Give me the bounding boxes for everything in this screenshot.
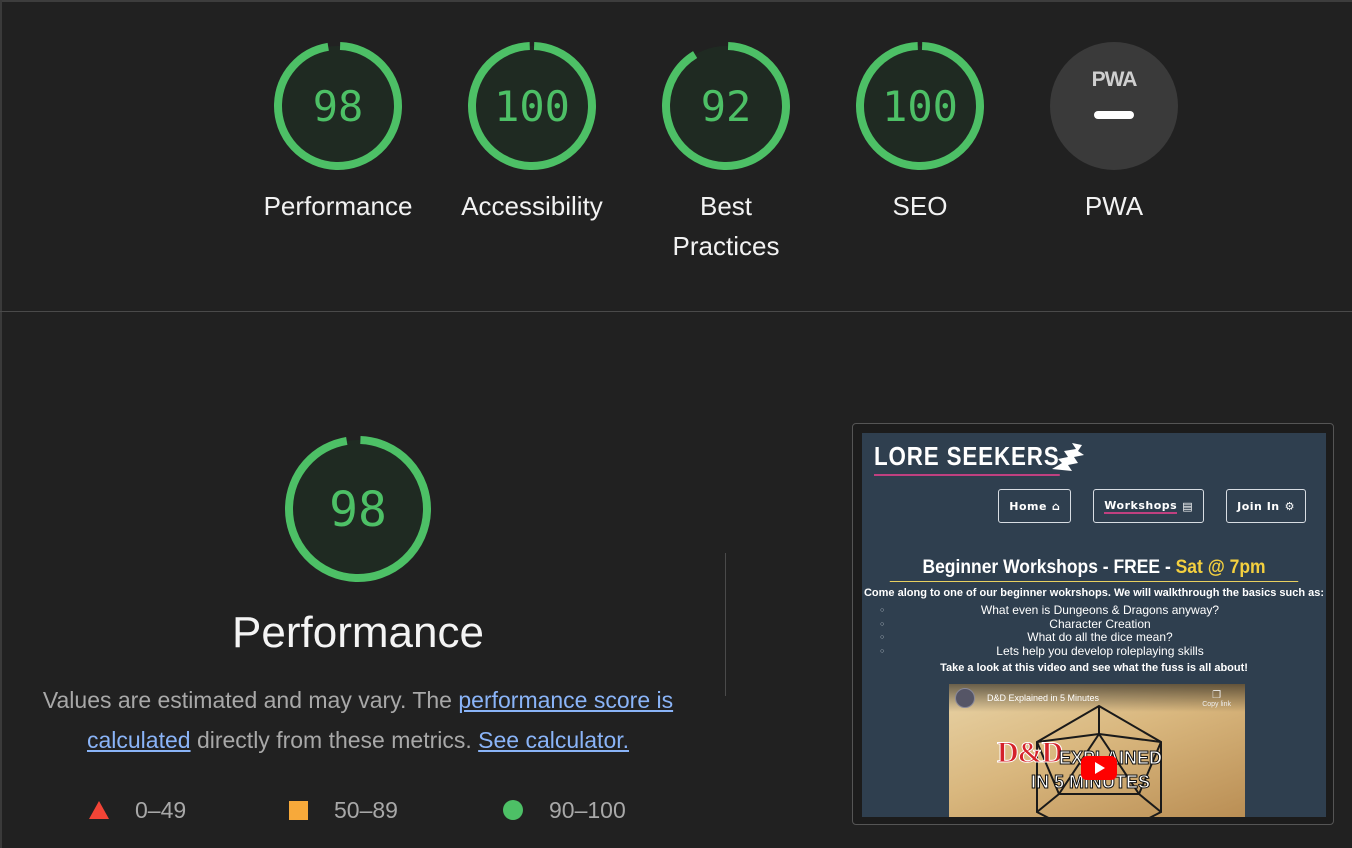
pwa-badge: PWA [1050,42,1178,170]
workshops-list: What even is Dungeons & Dragons anyway? … [880,603,1320,659]
pwa-logo-text: PWA [1092,68,1138,91]
book-icon: ▤ [1182,499,1194,513]
nav-join-label: Join In [1237,499,1280,513]
final-screenshot: LORE SEEKERS Home ⌂ Workshops ▤ Join In … [862,433,1326,817]
pwa-dash-icon [1094,111,1134,119]
legend-pass: 90–100 [503,790,626,830]
workshops-outro: Take a look at this video and see what t… [940,662,1248,674]
legend-average: 50–89 [289,790,398,830]
list-item: What do all the dice mean? [880,630,1320,645]
performance-title: Performance [232,608,484,657]
nav-home-button[interactable]: Home ⌂ [998,489,1072,523]
score-legend: 0–49 50–89 90–100 [0,790,716,830]
nav-join-button[interactable]: Join In ⚙ [1226,489,1306,523]
gauge-label: Performance [263,191,413,221]
site-nav: Home ⌂ Workshops ▤ Join In ⚙ [998,489,1306,523]
workshops-heading: Beginner Workshops - FREE - Sat @ 7pm [889,557,1299,582]
top-border [0,0,1352,2]
gauge-ring: 100 [856,41,984,170]
performance-gauge-large: 98 [285,436,431,582]
nav-home-label: Home [1009,499,1047,513]
gauge-performance[interactable]: 98 Performance [248,40,428,226]
gauge-label: Best Practices [672,191,780,261]
legend-average-label: 50–89 [334,796,398,823]
channel-avatar [955,688,975,708]
list-item: Lets help you develop roleplaying skills [880,644,1320,659]
section-divider [0,311,1352,312]
list-item: Character Creation [880,617,1320,632]
gauge-label: SEO [892,191,948,221]
gauge-best-practices[interactable]: 92 Best Practices [636,40,816,266]
youtube-video-embed[interactable]: D&D Explained in 5 Minutes ❐ Copy link D… [949,684,1245,817]
gauge-score: 100 [882,82,958,131]
gauge-pwa[interactable]: PWA PWA [1024,40,1204,226]
legend-fail-label: 0–49 [135,796,187,823]
gauge-score: 92 [701,82,752,131]
gauge-ring: 98 [274,41,402,170]
video-title: D&D Explained in 5 Minutes [987,693,1100,703]
circle-icon [503,800,523,820]
gauge-ring: 100 [468,41,596,170]
video-art-dd: D&D [996,736,1063,770]
list-item: What even is Dungeons & Dragons anyway? [880,603,1320,618]
square-icon [289,800,308,820]
gauge-accessibility[interactable]: 100 Accessibility [442,40,622,226]
gauge-score: 100 [494,82,570,131]
workshops-intro: Come along to one of our beginner wokrsh… [863,587,1325,599]
play-icon [1095,762,1105,774]
vertical-divider [725,553,726,696]
heading-text: Beginner Workshops - FREE - [922,557,1176,578]
legend-pass-label: 90–100 [549,796,626,823]
heading-highlight: Sat @ 7pm [1175,557,1266,578]
nav-workshops-button[interactable]: Workshops ▤ [1093,489,1205,523]
video-header: D&D Explained in 5 Minutes [949,684,1245,712]
d20-icon: ⚙ [1284,499,1295,513]
copy-link-label: Copy link [1202,701,1231,708]
legend-fail: 0–49 [89,790,186,830]
final-screenshot-frame[interactable]: LORE SEEKERS Home ⌂ Workshops ▤ Join In … [852,423,1334,825]
gauge-label: Accessibility [461,191,603,221]
see-calculator-link[interactable]: See calculator. [478,727,629,753]
desc-text: directly from these metrics. [190,727,479,753]
dragon-icon [1052,443,1084,471]
copy-icon: ❐ [1212,690,1222,701]
gauge-label: PWA [1084,191,1144,221]
desc-text: Values are estimated and may vary. The [42,687,459,713]
nav-workshops-label: Workshops [1104,498,1178,514]
gauge-seo[interactable]: 100 SEO [830,40,1010,226]
performance-score: 98 [329,482,387,538]
performance-description: Values are estimated and may vary. The p… [30,680,686,760]
site-logo: LORE SEEKERS [874,441,1060,476]
gauge-score: 98 [313,82,364,131]
home-icon: ⌂ [1051,499,1061,513]
play-button[interactable] [1081,756,1117,780]
gauge-ring: 92 [662,41,790,170]
copy-link-button[interactable]: ❐ Copy link [1202,690,1231,708]
triangle-icon [89,801,109,819]
left-border [0,0,2,848]
